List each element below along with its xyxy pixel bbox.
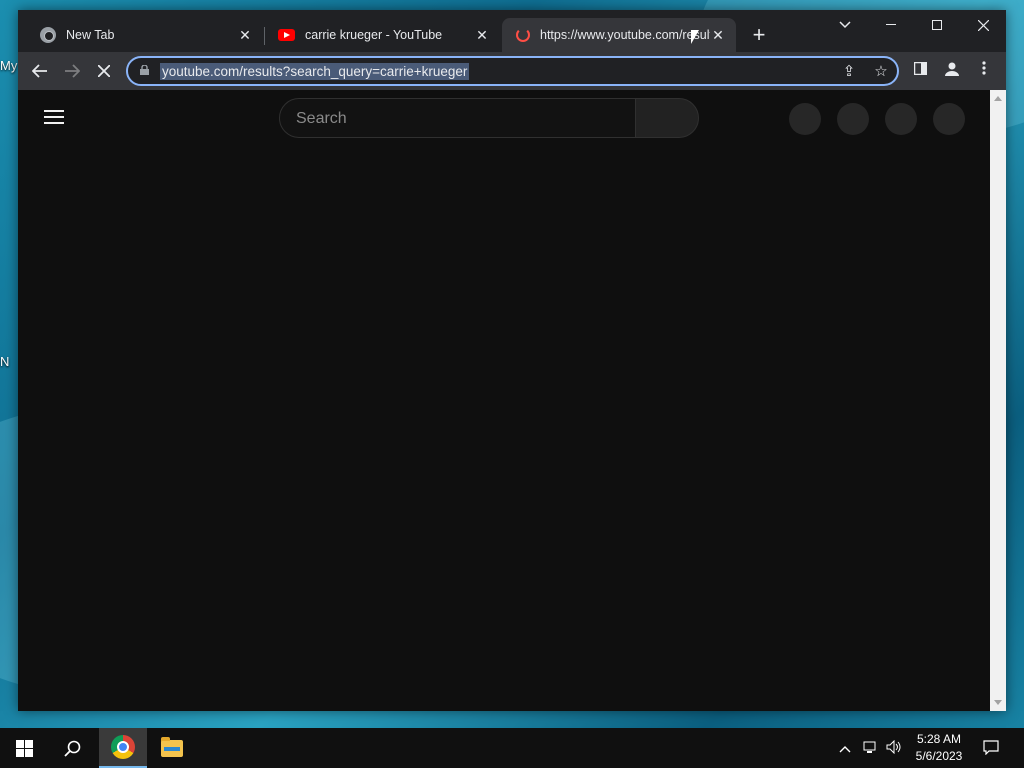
back-arrow-icon — [32, 64, 47, 78]
scroll-up-arrow-icon[interactable] — [994, 96, 1002, 101]
minimize-icon — [886, 24, 896, 25]
desktop-icon-label[interactable]: N — [0, 354, 9, 369]
chevron-up-icon[interactable] — [839, 740, 851, 756]
search-box[interactable] — [279, 98, 636, 138]
windows-logo-icon — [15, 739, 33, 757]
placeholder-avatar — [933, 103, 965, 135]
taskbar-chrome[interactable] — [99, 728, 147, 768]
forward-button[interactable] — [58, 57, 86, 85]
minimize-button[interactable] — [868, 10, 914, 40]
placeholder-icon — [837, 103, 869, 135]
address-bar[interactable]: youtube.com/results?search_query=carrie+… — [126, 56, 899, 86]
tab-youtube-results[interactable]: https://www.youtube.com/results ✕ — [502, 18, 736, 52]
notification-icon[interactable] — [983, 740, 999, 758]
close-icon — [977, 19, 989, 31]
profile-icon[interactable] — [942, 61, 962, 81]
chevron-down-icon — [839, 21, 851, 29]
tab-title: carrie krueger - YouTube — [305, 28, 443, 42]
clock-date: 5/6/2023 — [915, 749, 963, 763]
mouse-cursor — [691, 30, 699, 44]
forward-arrow-icon — [65, 64, 80, 78]
tab-search-button[interactable] — [822, 10, 868, 40]
clock-time: 5:28 AM — [916, 732, 962, 746]
back-button[interactable] — [26, 57, 54, 85]
youtube-page — [18, 90, 990, 711]
search-input[interactable] — [296, 108, 616, 130]
search-button[interactable] — [635, 98, 699, 138]
side-panel-icon[interactable] — [910, 61, 930, 81]
close-tab-icon[interactable]: ✕ — [474, 27, 490, 43]
desktop-icon-label[interactable]: My — [0, 58, 17, 73]
taskbar-search-button[interactable] — [48, 728, 96, 768]
scrollbar[interactable] — [990, 90, 1006, 711]
tab-title: https://www.youtube.com/results — [540, 28, 710, 42]
taskbar: 5:28 AM 5/6/2023 — [0, 728, 1024, 768]
taskbar-file-explorer[interactable] — [148, 728, 196, 768]
maximize-icon — [932, 20, 942, 30]
placeholder-icon — [789, 103, 821, 135]
close-tab-icon[interactable]: ✕ — [237, 27, 253, 43]
share-icon[interactable]: ⇪ — [840, 63, 858, 81]
hamburger-menu-icon[interactable] — [44, 110, 64, 124]
browser-window: New Tab ✕ carrie krueger - YouTube ✕ htt… — [18, 10, 1006, 711]
maximize-button[interactable] — [914, 10, 960, 40]
address-url[interactable]: youtube.com/results?search_query=carrie+… — [160, 63, 470, 80]
youtube-icon — [278, 29, 295, 41]
chrome-icon — [40, 27, 56, 43]
system-clock[interactable]: 5:28 AM 5/6/2023 — [908, 731, 970, 765]
tab-strip: New Tab ✕ carrie krueger - YouTube ✕ htt… — [18, 10, 1006, 52]
loading-icon — [516, 28, 530, 42]
network-icon[interactable] — [863, 740, 879, 757]
close-tab-icon[interactable]: ✕ — [710, 27, 726, 43]
volume-icon[interactable] — [886, 739, 902, 757]
bookmark-star-icon[interactable]: ☆ — [872, 63, 890, 81]
lock-icon — [140, 65, 149, 75]
close-window-button[interactable] — [960, 10, 1006, 40]
placeholder-icon — [885, 103, 917, 135]
stop-icon — [98, 65, 110, 77]
tab-youtube[interactable]: carrie krueger - YouTube ✕ — [264, 18, 500, 52]
tab-new-tab[interactable]: New Tab ✕ — [26, 18, 263, 52]
new-tab-button[interactable]: + — [748, 24, 770, 46]
folder-icon — [161, 736, 183, 757]
start-button[interactable] — [0, 728, 48, 768]
chrome-icon — [111, 735, 135, 759]
menu-kebab-icon[interactable] — [974, 61, 994, 81]
tab-title: New Tab — [66, 28, 115, 42]
stop-loading-button[interactable] — [90, 57, 118, 85]
scroll-down-arrow-icon[interactable] — [994, 700, 1002, 705]
browser-toolbar: youtube.com/results?search_query=carrie+… — [18, 52, 1006, 90]
search-icon — [63, 740, 80, 757]
